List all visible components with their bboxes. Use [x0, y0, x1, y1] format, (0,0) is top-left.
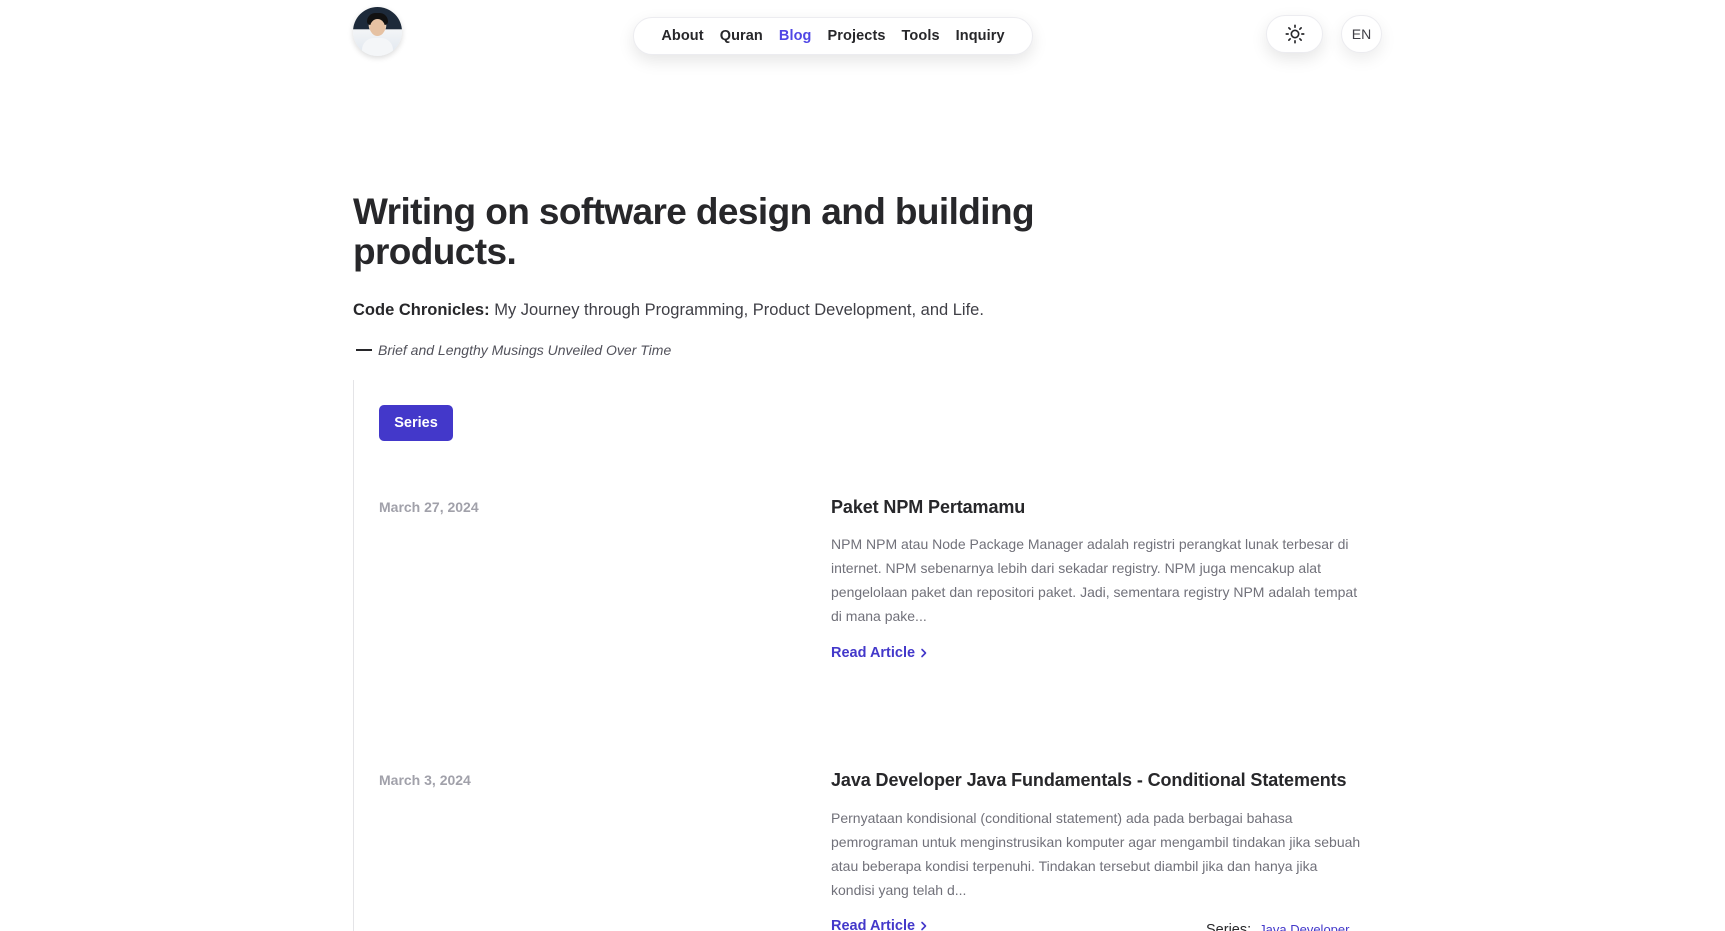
read-article-label: Read Article — [831, 918, 916, 931]
page-quote: Brief and Lengthy Musings Unveiled Over … — [356, 342, 671, 358]
nav-item-tools[interactable]: Tools — [902, 28, 940, 44]
chevron-right-icon — [921, 921, 927, 931]
dash-decoration — [356, 349, 372, 351]
nav-item-about[interactable]: About — [661, 28, 703, 44]
series-link[interactable]: Java Developer — [1259, 922, 1349, 931]
quote-text: Brief and Lengthy Musings Unveiled Over … — [378, 342, 672, 358]
nav-item-blog[interactable]: Blog — [779, 28, 812, 44]
read-article-link[interactable]: Read Article — [831, 645, 929, 661]
timeline-divider — [353, 380, 354, 931]
main-nav: About Quran Blog Projects Tools Inquiry — [633, 17, 1033, 55]
avatar[interactable] — [353, 7, 402, 56]
read-article-label: Read Article — [831, 645, 916, 661]
theme-toggle-button[interactable] — [1266, 15, 1323, 53]
nav-item-projects[interactable]: Projects — [828, 28, 886, 44]
post-excerpt: Pernyataan kondisional (conditional stat… — [831, 810, 1361, 898]
series-meta-label: Series: — [1206, 922, 1252, 931]
nav-item-quran[interactable]: Quran — [720, 28, 763, 44]
post-title[interactable]: Paket NPM Pertamamu — [831, 497, 1025, 518]
post-date: March 3, 2024 — [379, 772, 471, 788]
page-subtitle: Code Chronicles: My Journey through Prog… — [353, 301, 984, 320]
subtitle-rest: My Journey through Programming, Product … — [489, 301, 984, 319]
sun-icon — [1284, 24, 1305, 44]
post-date: March 27, 2024 — [379, 499, 479, 515]
post-series-meta: Series: Java Developer — [1206, 922, 1349, 931]
nav-item-inquiry[interactable]: Inquiry — [956, 28, 1005, 44]
page-title: Writing on software design and building … — [353, 191, 1035, 272]
post-excerpt: NPM NPM atau Node Package Manager adalah… — [831, 536, 1358, 624]
subtitle-bold: Code Chronicles: — [353, 301, 490, 319]
chevron-right-icon — [921, 648, 927, 658]
language-button[interactable]: EN — [1341, 15, 1382, 53]
read-article-link[interactable]: Read Article — [831, 918, 929, 931]
post-title[interactable]: Java Developer Java Fundamentals - Condi… — [831, 770, 1347, 791]
series-filter-button[interactable]: Series — [379, 405, 453, 441]
